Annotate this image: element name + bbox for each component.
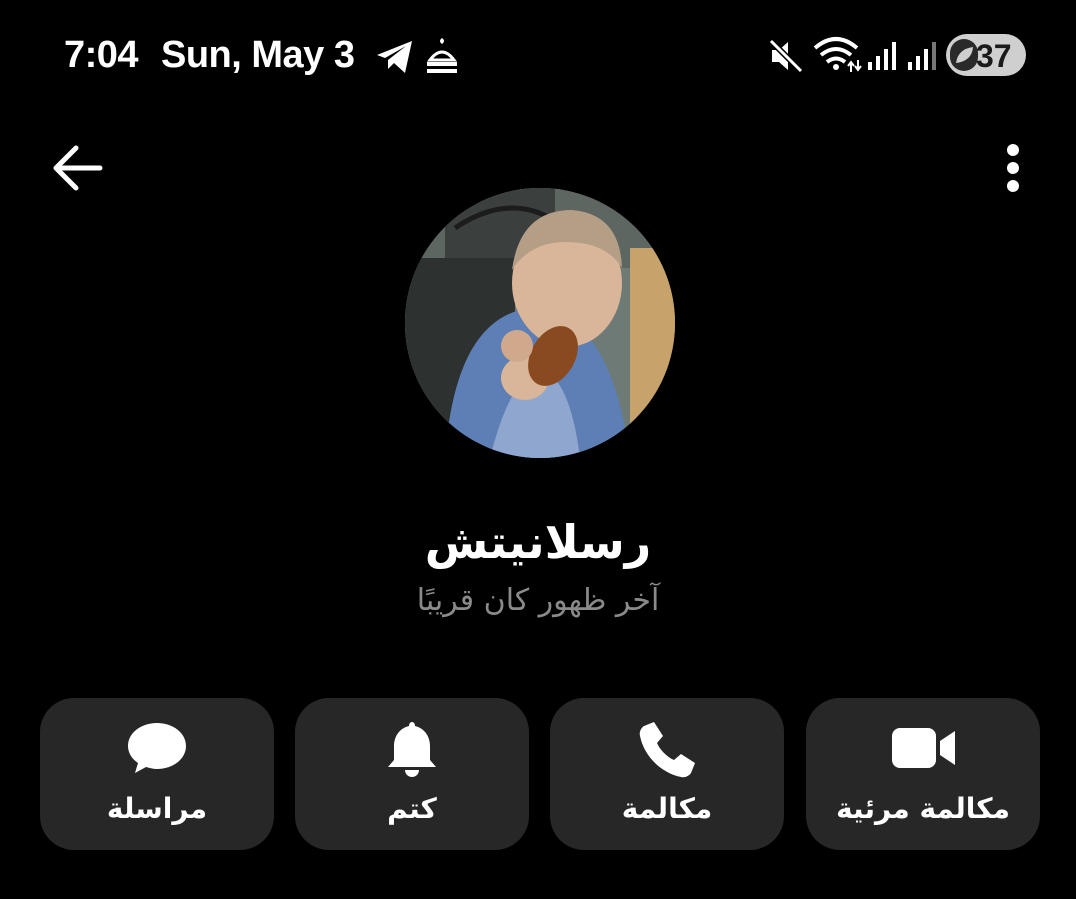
- back-arrow-icon: [53, 145, 103, 191]
- telegram-icon: [377, 41, 412, 73]
- avatar-photo: [405, 188, 675, 458]
- phone-icon: [639, 722, 695, 778]
- mute-icon: [768, 38, 804, 74]
- wifi-icon: [813, 37, 862, 72]
- signal-icon: [908, 42, 936, 70]
- status-date: Sun, May 3: [161, 34, 355, 76]
- battery-indicator: 37: [946, 34, 1026, 76]
- voice-call-label: مكالمة: [621, 792, 713, 825]
- video-call-label: مكالمة مرئية: [836, 792, 1010, 825]
- mute-button[interactable]: كتم: [295, 698, 529, 850]
- battery-saver-icon: [950, 39, 978, 71]
- video-icon: [892, 728, 955, 768]
- status-bar: 7:04 Sun, May 3 37: [0, 0, 1076, 110]
- contact-name: رسلانيتش: [424, 515, 652, 569]
- mute-label: كتم: [387, 792, 437, 825]
- back-button[interactable]: [40, 130, 116, 206]
- voice-call-button[interactable]: مكالمة: [550, 698, 784, 850]
- message-button[interactable]: مراسلة: [40, 698, 274, 850]
- avatar[interactable]: [405, 188, 675, 458]
- video-call-button[interactable]: مكالمة مرئية: [806, 698, 1040, 850]
- mosque-icon: [426, 38, 458, 73]
- bell-icon: [388, 722, 436, 777]
- chat-bubble-icon: [128, 723, 186, 773]
- more-options-button[interactable]: [985, 130, 1041, 206]
- status-time: 7:04: [64, 34, 139, 76]
- more-vert-icon: [1007, 144, 1019, 192]
- last-seen-status: آخر ظهور كان قريبًا: [416, 583, 660, 618]
- battery-level: 37: [976, 38, 1012, 74]
- message-label: مراسلة: [106, 792, 208, 825]
- signal-icon: [868, 42, 896, 70]
